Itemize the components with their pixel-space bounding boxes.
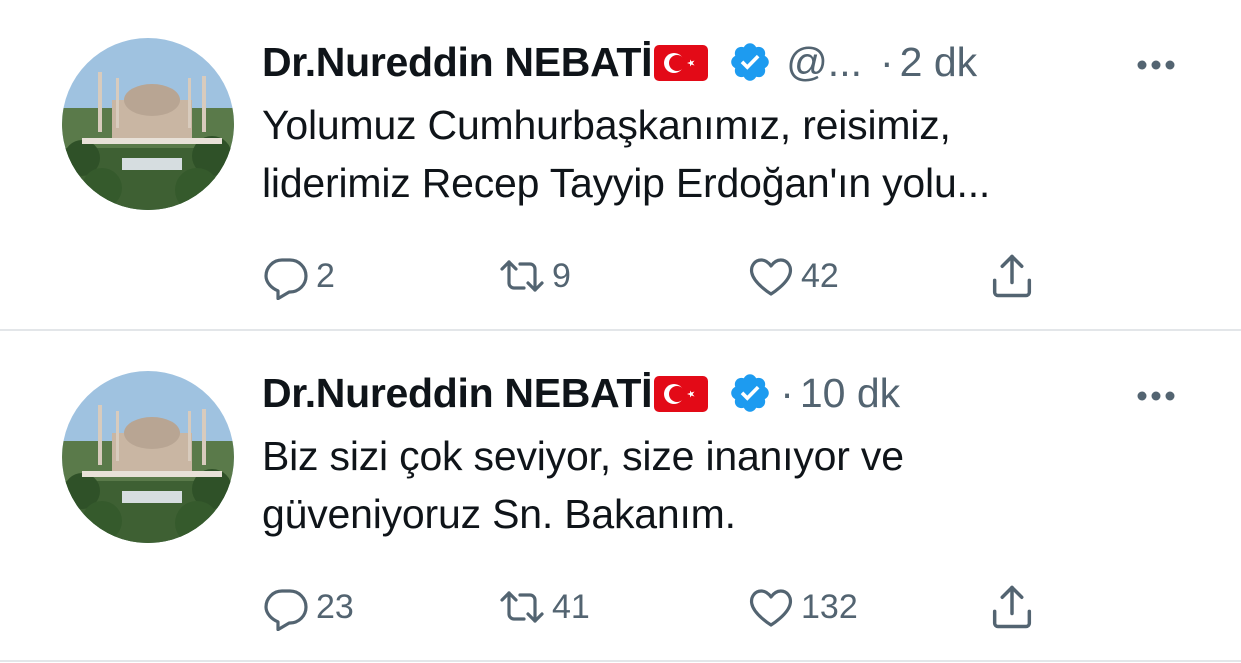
tweet-text-line: güveniyoruz Sn. Bakanım.: [262, 491, 736, 537]
verified-badge-icon: [728, 371, 772, 415]
retweet-button[interactable]: 9: [498, 250, 571, 302]
heart-icon: [749, 258, 793, 296]
like-count: 132: [801, 587, 858, 626]
tweet-timestamp[interactable]: 10 dk: [800, 370, 900, 417]
like-button[interactable]: 42: [747, 250, 839, 302]
retweet-icon: [500, 591, 544, 623]
share-button[interactable]: [986, 581, 1038, 633]
meta-separator: ·: [780, 369, 794, 416]
retweet-count: 41: [552, 587, 590, 626]
reply-icon: [264, 589, 308, 631]
like-button[interactable]: 132: [747, 581, 858, 633]
tweet-text: Yolumuz Cumhurbaşkanımız, reisimiz, lide…: [262, 96, 1222, 212]
reply-button[interactable]: 23: [262, 581, 354, 633]
tweet-divider: [0, 660, 1241, 662]
tweet-text-line: Yolumuz Cumhurbaşkanımız, reisimiz,: [262, 102, 951, 148]
tweet-actions: 23 41 132: [0, 581, 1241, 633]
turkey-flag-icon: [654, 376, 709, 412]
mosque-photo-icon: [62, 371, 234, 543]
like-count: 42: [801, 256, 839, 295]
retweet-count: 9: [552, 256, 571, 295]
tweet-text: Biz sizi çok seviyor, size inanıyor ve g…: [262, 427, 1222, 543]
tweet[interactable]: Dr.Nureddin NEBATİ · 10 dk Biz sizi çok …: [0, 331, 1241, 661]
reply-button[interactable]: 2: [262, 250, 335, 302]
more-dots-icon[interactable]: [1136, 389, 1176, 401]
meta-separator: ·: [879, 38, 894, 85]
tweet-text-line: Biz sizi çok seviyor, size inanıyor ve: [262, 433, 904, 479]
reply-icon: [264, 258, 308, 300]
author-handle[interactable]: @...: [786, 39, 862, 86]
tweet-timestamp[interactable]: 2 dk: [900, 39, 978, 86]
tweet-header: Dr.Nureddin NEBATİ · 10 dk: [262, 363, 900, 423]
tweet[interactable]: Dr.Nureddin NEBATİ @... · 2 dk Yolumuz C…: [0, 0, 1241, 330]
reply-count: 2: [316, 256, 335, 295]
avatar[interactable]: [62, 38, 234, 210]
tweet-actions: 2 9 42: [0, 250, 1241, 302]
share-button[interactable]: [986, 250, 1038, 302]
mosque-photo-icon: [62, 38, 234, 210]
avatar[interactable]: [62, 371, 234, 543]
author-name[interactable]: Dr.Nureddin NEBATİ: [262, 39, 652, 86]
retweet-icon: [500, 260, 544, 292]
tweet-text-line: liderimiz Recep Tayyip Erdoğan'ın yolu..…: [262, 160, 991, 206]
share-icon: [992, 585, 1032, 629]
share-icon: [992, 254, 1032, 298]
tweet-header: Dr.Nureddin NEBATİ @... · 2 dk: [262, 32, 977, 92]
more-dots-icon[interactable]: [1136, 58, 1176, 70]
author-name[interactable]: Dr.Nureddin NEBATİ: [262, 370, 652, 417]
verified-badge-icon: [728, 40, 772, 84]
turkey-flag-icon: [654, 45, 709, 81]
heart-icon: [749, 589, 793, 627]
reply-count: 23: [316, 587, 354, 626]
retweet-button[interactable]: 41: [498, 581, 590, 633]
